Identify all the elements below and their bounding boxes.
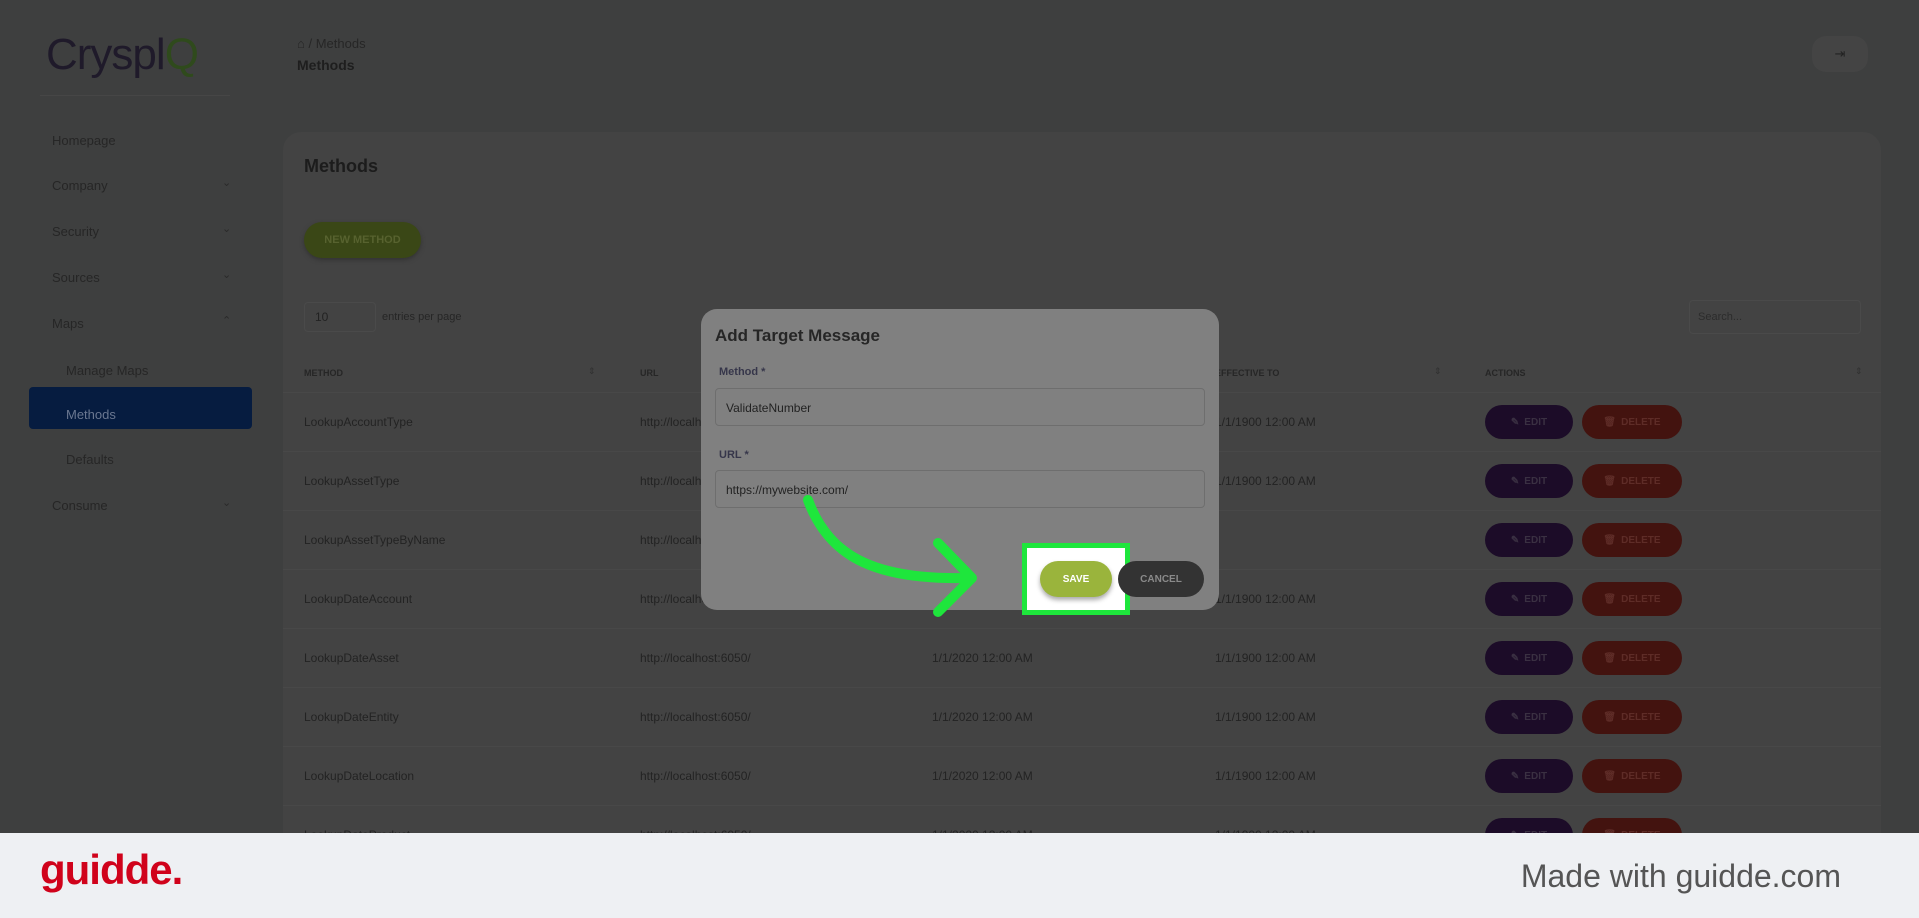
guidde-logo: guidde. (40, 846, 183, 893)
pointer-arrow-icon (803, 495, 977, 617)
made-with-guidde: Made with guidde.com (1520, 858, 1841, 894)
